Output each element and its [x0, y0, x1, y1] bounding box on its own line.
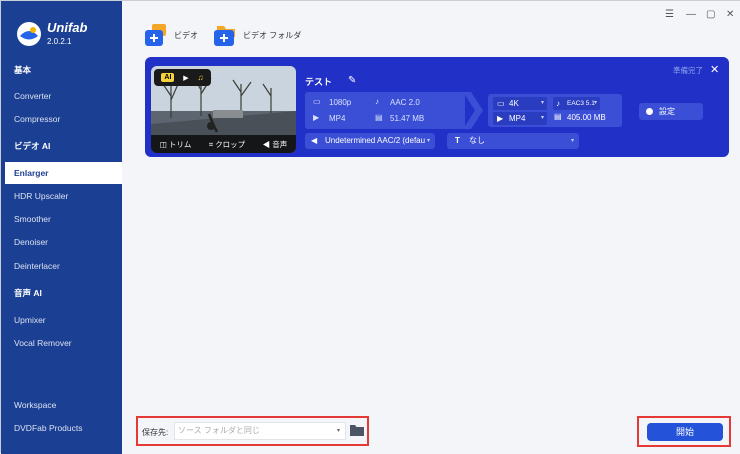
chevron-down-icon: ▾: [426, 138, 430, 144]
video-file-icon: ▶: [497, 114, 504, 123]
video-ai-icon: ▶: [183, 74, 189, 82]
edit-icon[interactable]: ✎: [348, 75, 356, 86]
audio-track-dropdown[interactable]: ◀ Undetermined AAC/2 (defau ▾: [305, 133, 435, 149]
sidebar-item-deinterlacer[interactable]: Deinterlacer: [1, 255, 122, 277]
minimize-icon[interactable]: —: [686, 9, 696, 20]
add-video-icon: [145, 24, 166, 46]
file-size-icon: ▤: [375, 113, 383, 122]
crop-button[interactable]: ⌗ クロップ: [209, 139, 245, 150]
output-info-panel: ▭ 4K ▾ ♪ EAC3 5.1 ▾ ▶ MP4 ▾ ▤ 405.00 MB: [488, 94, 622, 127]
output-size: 405.00 MB: [567, 113, 606, 122]
start-area: 開始: [637, 416, 731, 447]
remove-task-icon[interactable]: ✕: [710, 63, 719, 76]
sidebar-item-smoother[interactable]: Smoother: [1, 208, 122, 230]
nav-section-video-ai: ビデオ AI: [14, 141, 51, 151]
sidebar-item-enlarger[interactable]: Enlarger: [1, 162, 122, 184]
text-icon: T: [455, 136, 460, 145]
convert-arrow-icon: [463, 92, 483, 129]
save-location-bar: 保存先: ソース フォルダと同じ ▾: [136, 416, 369, 446]
window-close-icon[interactable]: ✕: [726, 9, 734, 20]
sidebar-item-denoiser[interactable]: Denoiser: [1, 231, 122, 253]
sidebar-item-upmixer[interactable]: Upmixer: [1, 309, 122, 331]
maximize-icon[interactable]: ▢: [706, 9, 715, 20]
save-location-label: 保存先:: [142, 428, 169, 437]
sidebar-item-converter[interactable]: Converter: [1, 85, 122, 107]
video-file-icon: ▶: [313, 113, 320, 122]
start-button[interactable]: 開始: [647, 423, 723, 441]
thumbnail-toolbar: ◫ トリム ⌗ クロップ ◀ 音声: [151, 135, 296, 153]
trim-button[interactable]: ◫ トリム: [160, 139, 192, 150]
audio-codec-icon: ♪: [375, 97, 379, 106]
output-audio-select[interactable]: ♪ EAC3 5.1 ▾: [553, 97, 600, 110]
menu-icon[interactable]: ☰: [665, 9, 674, 20]
ai-badge: AI ▶ ♫: [154, 69, 211, 86]
source-audio-codec: AAC 2.0: [390, 98, 420, 107]
chevron-down-icon: ▾: [540, 115, 544, 121]
add-folder-label: ビデオ フォルダ: [243, 30, 302, 40]
add-video-button[interactable]: ビデオ: [145, 23, 198, 47]
source-size: 51.47 MB: [390, 114, 425, 123]
add-folder-icon: [214, 26, 235, 46]
source-info-panel: ▭ 1080p ♪ AAC 2.0 ▶ MP4 ▤ 51.47 MB: [305, 92, 465, 129]
output-resolution-select[interactable]: ▭ 4K ▾: [493, 97, 547, 110]
crop-icon: ⌗: [208, 139, 214, 149]
app-version: 2.0.2.1: [47, 37, 72, 46]
video-thumbnail[interactable]: AI ▶ ♫ ◫ トリム ⌗ クロップ ◀ 音声: [151, 66, 296, 153]
trim-icon: ◫: [159, 139, 167, 149]
source-container: MP4: [329, 114, 346, 123]
sidebar-item-dvdfab-products[interactable]: DVDFab Products: [1, 417, 122, 439]
sidebar-item-hdr-upscaler[interactable]: HDR Upscaler: [1, 185, 122, 207]
sidebar-item-vocal-remover[interactable]: Vocal Remover: [1, 332, 122, 354]
nav-section-audio-ai: 音声 AI: [14, 288, 42, 298]
chevron-down-icon: ▾: [336, 428, 340, 434]
speaker-icon: ◀: [262, 139, 271, 149]
output-container-select[interactable]: ▶ MP4 ▾: [493, 112, 547, 125]
audio-ai-icon: ♫: [197, 73, 204, 82]
nav-section-basic: 基本: [14, 65, 32, 75]
chevron-down-icon: ▾: [570, 138, 574, 144]
chevron-down-icon: ▾: [593, 100, 597, 106]
save-location-input[interactable]: ソース フォルダと同じ ▾: [174, 422, 346, 440]
task-title: テスト: [305, 77, 333, 87]
source-resolution: 1080p: [329, 98, 352, 107]
brand-name: Unifab: [47, 20, 88, 35]
chevron-down-icon: ▾: [540, 100, 544, 106]
subtitle-dropdown[interactable]: T なし ▾: [447, 133, 579, 149]
status-text: 準備完了: [673, 66, 703, 75]
video-ai-badge: AI: [161, 73, 175, 82]
monitor-icon: ▭: [313, 97, 321, 106]
sidebar: Unifab 2.0.2.1 基本 Converter Compressor ビ…: [1, 1, 122, 454]
add-folder-button[interactable]: ビデオ フォルダ: [214, 23, 301, 47]
audio-codec-icon: ♪: [556, 99, 560, 108]
speaker-icon: ◀: [311, 136, 318, 145]
file-size-icon: ▤: [554, 112, 562, 121]
main-area: ☰ — ▢ ✕ ビデオ ビデオ フォルダ AI ▶ ♫ ◫ トリム ⌗ クロップ…: [122, 1, 740, 454]
sidebar-item-compressor[interactable]: Compressor: [1, 108, 122, 130]
unifab-logo: [17, 22, 41, 46]
sidebar-item-workspace[interactable]: Workspace: [1, 394, 122, 416]
audio-button[interactable]: ◀ 音声: [263, 139, 288, 150]
folder-icon[interactable]: [350, 424, 364, 436]
task-card: AI ▶ ♫ ◫ トリム ⌗ クロップ ◀ 音声 テスト ✎ 準備完了 ✕ ▭ …: [145, 57, 729, 157]
monitor-icon: ▭: [497, 99, 505, 108]
add-video-label: ビデオ: [174, 30, 198, 40]
settings-button[interactable]: 設定: [639, 103, 703, 120]
app-window: Unifab 2.0.2.1 基本 Converter Compressor ビ…: [0, 0, 740, 454]
